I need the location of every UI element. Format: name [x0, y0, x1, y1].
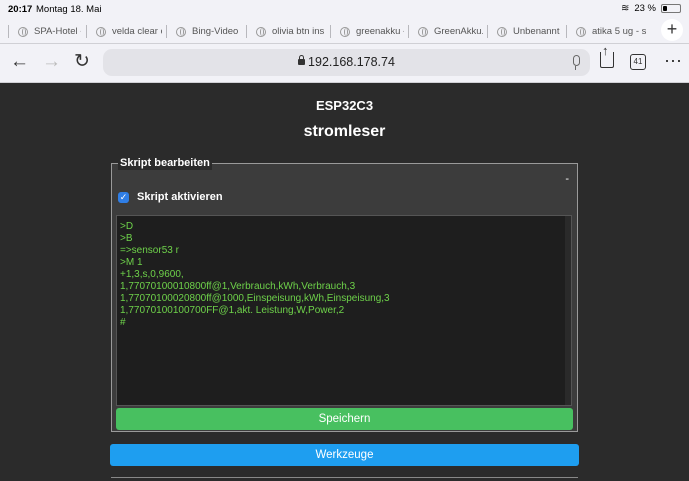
script-enable-label: Skript aktivieren	[137, 191, 223, 203]
browser-tab[interactable]: olivia btn ins	[246, 23, 326, 40]
tab-separator	[566, 25, 567, 38]
tab-separator	[246, 25, 247, 38]
code-line: 1,77070100020800ff@1000,Einspeisung,kWh,…	[120, 293, 390, 304]
script-editor[interactable]: >D >B =>sensor53 r >M 1 +1,3,s,0,9600, 1…	[116, 215, 572, 406]
tab-separator	[8, 25, 9, 38]
globe-icon	[18, 26, 28, 37]
collapse-toggle[interactable]: -	[565, 173, 569, 185]
tab-separator	[487, 25, 488, 38]
code-line: >M 1	[120, 257, 143, 268]
globe-icon	[176, 26, 186, 37]
tab-label: Unbenannt	[513, 26, 560, 37]
back-arrow-icon[interactable]: ←	[10, 52, 29, 72]
script-enable-checkbox[interactable]: ✓	[118, 191, 129, 203]
tools-button[interactable]: Werkzeuge	[110, 444, 579, 466]
status-bar: 20:17 Montag 18. Mai ≋ 23 %	[0, 0, 689, 18]
globe-icon	[497, 26, 507, 37]
new-tab-button[interactable]: +	[661, 19, 683, 41]
globe-icon	[340, 26, 350, 37]
code-line: >B	[120, 233, 133, 244]
fieldset-legend: Skript bearbeiten	[118, 157, 212, 170]
battery-icon	[661, 4, 681, 13]
editor-scrollbar[interactable]	[565, 216, 571, 405]
code-line: >D	[120, 221, 134, 232]
status-date: Montag 18. Mai	[36, 4, 102, 15]
tab-separator	[86, 25, 87, 38]
code-line: 1,77070100010800ff@1,Verbrauch,kWh,Verbr…	[120, 281, 356, 292]
browser-tab[interactable]: Unbenannt	[487, 23, 562, 40]
tab-label: greenakku -	[356, 26, 404, 37]
script-fieldset: Skript bearbeiten - ✓ Skript aktivieren …	[111, 157, 578, 432]
browser-tab[interactable]: atika 5 ug - s	[566, 23, 652, 40]
tab-separator	[166, 25, 167, 38]
tab-label: velda clear o	[112, 26, 162, 37]
browser-tab[interactable]: Bing-Video	[166, 23, 242, 40]
battery-percent: 23 %	[634, 3, 656, 14]
wifi-icon: ≋	[620, 3, 630, 14]
microphone-icon[interactable]	[573, 55, 580, 70]
reload-icon[interactable]: ↻	[74, 52, 90, 72]
browser-tab[interactable]: velda clear o	[86, 23, 162, 40]
globe-icon	[418, 26, 428, 37]
address-url: 192.168.178.74	[308, 55, 395, 69]
share-icon[interactable]	[600, 43, 614, 68]
tab-label: Bing-Video	[192, 26, 239, 37]
globe-icon	[256, 26, 266, 37]
device-name: ESP32C3	[315, 98, 374, 113]
status-right: ≋ 23 %	[621, 3, 681, 14]
status-time: 20:17	[8, 4, 33, 15]
tab-label: atika 5 ug - s	[592, 26, 647, 37]
tab-label: olivia btn ins	[272, 26, 325, 37]
address-url-wrap: 192.168.178.74	[103, 55, 590, 69]
lock-icon	[298, 55, 306, 65]
tab-separator	[330, 25, 331, 38]
code-line: =>sensor53 r	[120, 245, 179, 256]
plus-icon: +	[666, 19, 678, 39]
browser-tab[interactable]: greenakku -	[330, 23, 404, 40]
code-line: +1,3,s,0,9600,	[120, 269, 184, 280]
forward-arrow-icon[interactable]: →	[42, 52, 61, 72]
page-title: stromleser	[303, 123, 386, 140]
globe-icon	[96, 26, 106, 37]
code-line: 1,77070100100700FF@1,akt. Leistung,W,Pow…	[120, 305, 345, 316]
browser-tab[interactable]: SPA-Hotel -	[8, 23, 81, 40]
tab-bar: SPA-Hotel - velda clear o Bing-Video oli…	[0, 18, 689, 44]
browser-tab[interactable]: GreenAkku.d	[408, 23, 483, 40]
tab-label: GreenAkku.d	[434, 26, 483, 37]
script-enable-row[interactable]: ✓ Skript aktivieren	[118, 191, 223, 203]
tab-separator	[408, 25, 409, 38]
tab-label: SPA-Hotel -	[34, 26, 81, 37]
tab-count-button[interactable]: 41	[630, 54, 646, 70]
more-menu-icon[interactable]: ⋯	[664, 51, 682, 72]
divider	[111, 477, 578, 478]
code-line: #	[120, 317, 126, 328]
address-bar[interactable]: 192.168.178.74	[103, 49, 590, 76]
globe-icon	[576, 26, 586, 37]
save-button[interactable]: Speichern	[116, 408, 573, 430]
browser-toolbar: ← → ↻ 192.168.178.74 41 ⋯	[0, 43, 689, 83]
